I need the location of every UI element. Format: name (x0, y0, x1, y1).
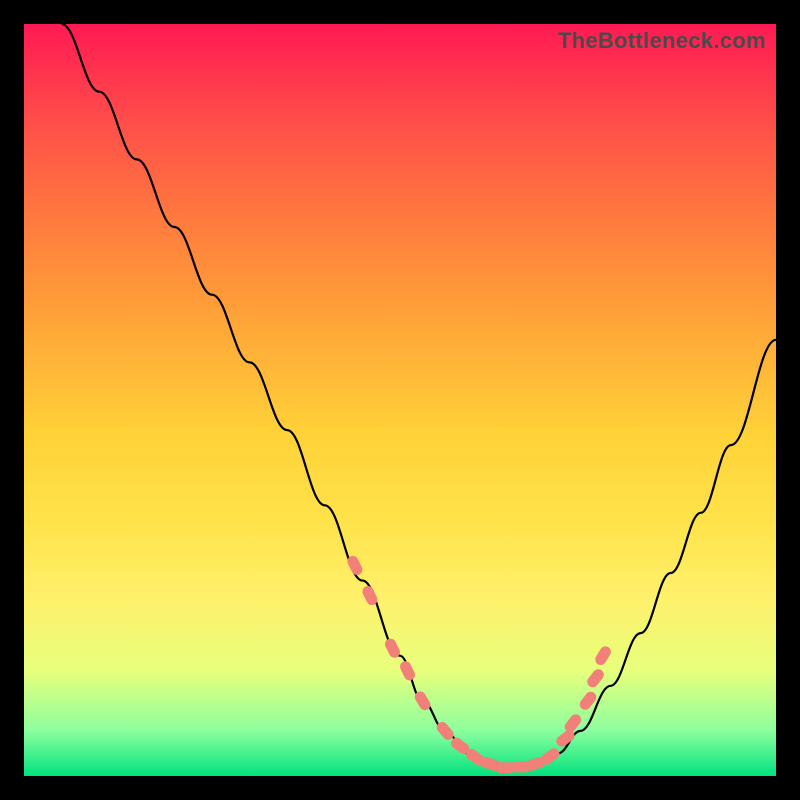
chart-frame: TheBottleneck.com (0, 0, 800, 800)
plot-area: TheBottleneck.com (24, 24, 776, 776)
marker-point (585, 667, 606, 690)
bottleneck-curve (62, 24, 776, 769)
marker-point (398, 659, 417, 682)
curve-svg (24, 24, 776, 776)
marker-point (593, 644, 613, 667)
marker-group (345, 554, 612, 773)
